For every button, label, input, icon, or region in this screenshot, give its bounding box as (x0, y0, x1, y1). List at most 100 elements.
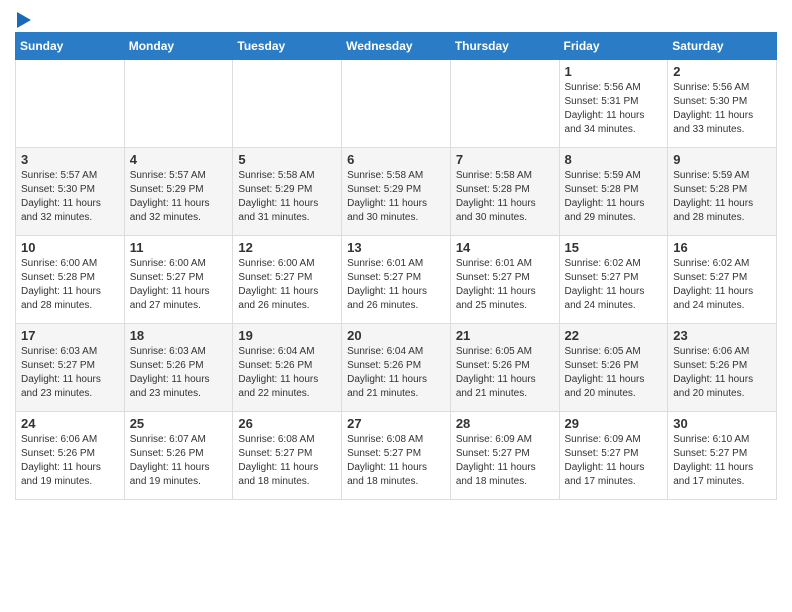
day-number: 10 (21, 240, 119, 255)
day-info: Sunrise: 6:01 AM Sunset: 5:27 PM Dayligh… (347, 257, 445, 313)
day-number: 20 (347, 328, 445, 343)
calendar-day-cell (342, 60, 451, 148)
calendar-week-row: 24 Sunrise: 6:06 AM Sunset: 5:26 PM Dayli… (16, 412, 777, 500)
calendar-day-cell: 22Sunrise: 6:05 AM Sunset: 5:26 PM Dayli… (559, 324, 668, 412)
day-number: 5 (238, 152, 336, 167)
calendar-day-cell: 24 Sunrise: 6:06 AM Sunset: 5:26 PM Dayli… (16, 412, 125, 500)
weekday-header: Thursday (450, 33, 559, 60)
calendar-day-cell: 3 Sunrise: 5:57 AM Sunset: 5:30 PM Daylig… (16, 148, 125, 236)
day-info: Sunrise: 6:09 AM Sunset: 5:27 PM Dayligh… (456, 433, 554, 489)
day-number: 3 (21, 152, 119, 167)
day-number: 21 (456, 328, 554, 343)
day-info: Sunrise: 5:57 AM Sunset: 5:29 PM Dayligh… (130, 169, 228, 225)
day-info: Sunrise: 6:07 AM Sunset: 5:26 PM Dayligh… (130, 433, 228, 489)
calendar-day-cell: 12Sunrise: 6:00 AM Sunset: 5:27 PM Dayli… (233, 236, 342, 324)
calendar-day-cell: 21 Sunrise: 6:05 AM Sunset: 5:26 PM Dayli… (450, 324, 559, 412)
calendar-week-row: 17 Sunrise: 6:03 AM Sunset: 5:27 PM Dayli… (16, 324, 777, 412)
day-number: 4 (130, 152, 228, 167)
calendar-day-cell: 29 Sunrise: 6:09 AM Sunset: 5:27 PM Dayli… (559, 412, 668, 500)
calendar-day-cell: 11 Sunrise: 6:00 AM Sunset: 5:27 PM Dayli… (124, 236, 233, 324)
calendar-day-cell: 23 Sunrise: 6:06 AM Sunset: 5:26 PM Dayli… (668, 324, 777, 412)
day-info: Sunrise: 6:02 AM Sunset: 5:27 PM Dayligh… (565, 257, 663, 313)
day-number: 14 (456, 240, 554, 255)
calendar-day-cell: 27 Sunrise: 6:08 AM Sunset: 5:27 PM Dayli… (342, 412, 451, 500)
day-info: Sunrise: 6:00 AM Sunset: 5:28 PM Dayligh… (21, 257, 119, 313)
weekday-header: Sunday (16, 33, 125, 60)
day-number: 15 (565, 240, 663, 255)
calendar-week-row: 3 Sunrise: 5:57 AM Sunset: 5:30 PM Daylig… (16, 148, 777, 236)
day-info: Sunrise: 6:09 AM Sunset: 5:27 PM Dayligh… (565, 433, 663, 489)
day-number: 28 (456, 416, 554, 431)
day-info: Sunrise: 6:03 AM Sunset: 5:27 PM Dayligh… (21, 345, 119, 401)
calendar-day-cell: 7 Sunrise: 5:58 AM Sunset: 5:28 PM Daylig… (450, 148, 559, 236)
calendar-day-cell: 19Sunrise: 6:04 AM Sunset: 5:26 PM Dayli… (233, 324, 342, 412)
day-number: 26 (238, 416, 336, 431)
day-info: Sunrise: 6:06 AM Sunset: 5:26 PM Dayligh… (673, 345, 771, 401)
day-info: Sunrise: 5:58 AM Sunset: 5:28 PM Dayligh… (456, 169, 554, 225)
day-info: Sunrise: 6:08 AM Sunset: 5:27 PM Dayligh… (238, 433, 336, 489)
day-number: 24 (21, 416, 119, 431)
day-number: 18 (130, 328, 228, 343)
calendar-week-row: 10 Sunrise: 6:00 AM Sunset: 5:28 PM Dayli… (16, 236, 777, 324)
day-info: Sunrise: 6:05 AM Sunset: 5:26 PM Dayligh… (456, 345, 554, 401)
calendar-day-cell (233, 60, 342, 148)
weekday-header: Friday (559, 33, 668, 60)
calendar-day-cell (124, 60, 233, 148)
day-number: 9 (673, 152, 771, 167)
calendar-day-cell: 20 Sunrise: 6:04 AM Sunset: 5:26 PM Dayli… (342, 324, 451, 412)
day-number: 2 (673, 64, 771, 79)
logo (15, 16, 31, 28)
calendar-day-cell: 17 Sunrise: 6:03 AM Sunset: 5:27 PM Dayli… (16, 324, 125, 412)
day-number: 1 (565, 64, 663, 79)
calendar-header-row: SundayMondayTuesdayWednesdayThursdayFrid… (16, 33, 777, 60)
day-info: Sunrise: 6:01 AM Sunset: 5:27 PM Dayligh… (456, 257, 554, 313)
day-info: Sunrise: 6:04 AM Sunset: 5:26 PM Dayligh… (347, 345, 445, 401)
calendar-day-cell (450, 60, 559, 148)
day-info: Sunrise: 5:56 AM Sunset: 5:31 PM Dayligh… (565, 81, 663, 137)
day-info: Sunrise: 6:10 AM Sunset: 5:27 PM Dayligh… (673, 433, 771, 489)
day-info: Sunrise: 5:59 AM Sunset: 5:28 PM Dayligh… (565, 169, 663, 225)
day-info: Sunrise: 5:56 AM Sunset: 5:30 PM Dayligh… (673, 81, 771, 137)
day-info: Sunrise: 5:57 AM Sunset: 5:30 PM Dayligh… (21, 169, 119, 225)
calendar-day-cell: 8 Sunrise: 5:59 AM Sunset: 5:28 PM Daylig… (559, 148, 668, 236)
day-number: 8 (565, 152, 663, 167)
calendar-day-cell: 13Sunrise: 6:01 AM Sunset: 5:27 PM Dayli… (342, 236, 451, 324)
calendar-day-cell: 6Sunrise: 5:58 AM Sunset: 5:29 PM Daylig… (342, 148, 451, 236)
calendar-day-cell: 26 Sunrise: 6:08 AM Sunset: 5:27 PM Dayli… (233, 412, 342, 500)
day-info: Sunrise: 6:08 AM Sunset: 5:27 PM Dayligh… (347, 433, 445, 489)
day-number: 27 (347, 416, 445, 431)
calendar-day-cell: 9 Sunrise: 5:59 AM Sunset: 5:28 PM Daylig… (668, 148, 777, 236)
day-info: Sunrise: 6:05 AM Sunset: 5:26 PM Dayligh… (565, 345, 663, 401)
calendar-day-cell: 4 Sunrise: 5:57 AM Sunset: 5:29 PM Daylig… (124, 148, 233, 236)
calendar-day-cell: 2 Sunrise: 5:56 AM Sunset: 5:30 PM Daylig… (668, 60, 777, 148)
day-info: Sunrise: 5:59 AM Sunset: 5:28 PM Dayligh… (673, 169, 771, 225)
day-number: 29 (565, 416, 663, 431)
page-header (15, 10, 777, 28)
calendar-table: SundayMondayTuesdayWednesdayThursdayFrid… (15, 32, 777, 500)
day-number: 16 (673, 240, 771, 255)
day-number: 12 (238, 240, 336, 255)
day-info: Sunrise: 6:00 AM Sunset: 5:27 PM Dayligh… (130, 257, 228, 313)
day-info: Sunrise: 6:02 AM Sunset: 5:27 PM Dayligh… (673, 257, 771, 313)
day-number: 11 (130, 240, 228, 255)
day-info: Sunrise: 5:58 AM Sunset: 5:29 PM Dayligh… (347, 169, 445, 225)
weekday-header: Wednesday (342, 33, 451, 60)
weekday-header: Saturday (668, 33, 777, 60)
logo-arrow-icon (17, 12, 31, 28)
weekday-header: Monday (124, 33, 233, 60)
day-number: 7 (456, 152, 554, 167)
day-info: Sunrise: 6:06 AM Sunset: 5:26 PM Dayligh… (21, 433, 119, 489)
day-number: 23 (673, 328, 771, 343)
day-number: 25 (130, 416, 228, 431)
calendar-day-cell: 28 Sunrise: 6:09 AM Sunset: 5:27 PM Dayli… (450, 412, 559, 500)
day-info: Sunrise: 6:04 AM Sunset: 5:26 PM Dayligh… (238, 345, 336, 401)
calendar-day-cell: 25 Sunrise: 6:07 AM Sunset: 5:26 PM Dayli… (124, 412, 233, 500)
calendar-day-cell: 18Sunrise: 6:03 AM Sunset: 5:26 PM Dayli… (124, 324, 233, 412)
calendar-day-cell: 15 Sunrise: 6:02 AM Sunset: 5:27 PM Dayli… (559, 236, 668, 324)
day-number: 17 (21, 328, 119, 343)
calendar-day-cell: 16 Sunrise: 6:02 AM Sunset: 5:27 PM Dayli… (668, 236, 777, 324)
calendar-day-cell: 30Sunrise: 6:10 AM Sunset: 5:27 PM Dayli… (668, 412, 777, 500)
calendar-day-cell: 14 Sunrise: 6:01 AM Sunset: 5:27 PM Dayli… (450, 236, 559, 324)
calendar-day-cell (16, 60, 125, 148)
calendar-week-row: 1 Sunrise: 5:56 AM Sunset: 5:31 PM Daylig… (16, 60, 777, 148)
